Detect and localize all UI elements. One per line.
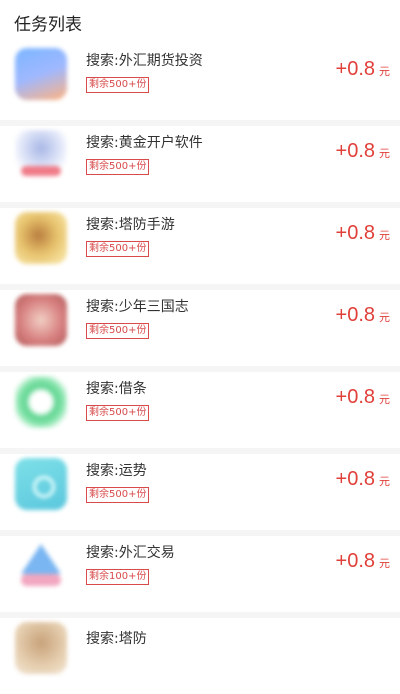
task-row[interactable]: 搜索:塔防手游 剩余500+份 +0.8 元 bbox=[0, 208, 400, 284]
task-title: 搜索:黄金开户软件 bbox=[86, 135, 203, 151]
reward-unit: 元 bbox=[379, 558, 390, 570]
task-row[interactable]: 搜索:外汇交易 剩余100+份 +0.8 元 bbox=[0, 536, 400, 612]
task-row[interactable]: 搜索:少年三国志 剩余500+份 +0.8 元 bbox=[0, 290, 400, 366]
game-app-icon bbox=[15, 622, 67, 674]
reward-amount: +0.8 bbox=[335, 58, 375, 80]
reward-price: +0.8 元 bbox=[336, 386, 390, 409]
reward-price: +0.8 元 bbox=[336, 222, 390, 245]
remaining-badge: 剩余100+份 bbox=[86, 569, 150, 585]
reward-unit: 元 bbox=[379, 66, 390, 78]
game-app-icon bbox=[15, 294, 67, 346]
task-row[interactable]: 搜索:黄金开户软件 剩余500+份 +0.8 元 bbox=[0, 126, 400, 202]
task-title: 搜索:塔防手游 bbox=[86, 217, 175, 233]
task-row[interactable]: 搜索:塔防 bbox=[0, 618, 400, 694]
page-header: 任务列表 bbox=[0, 0, 400, 44]
reward-amount: +0.8 bbox=[335, 550, 375, 572]
reward-price: +0.8 元 bbox=[336, 58, 390, 81]
task-title: 搜索:外汇期货投资 bbox=[86, 53, 203, 69]
blue-chat-app-icon bbox=[15, 48, 67, 100]
reward-unit: 元 bbox=[379, 476, 390, 488]
task-title: 搜索:外汇交易 bbox=[86, 545, 175, 561]
remaining-badge: 剩余500+份 bbox=[86, 241, 150, 257]
reward-price: +0.8 元 bbox=[336, 304, 390, 327]
task-list: 搜索:外汇期货投资 剩余500+份 +0.8 元 搜索:黄金开户软件 剩余500+… bbox=[0, 44, 400, 694]
task-row[interactable]: 搜索:外汇期货投资 剩余500+份 +0.8 元 bbox=[0, 44, 400, 120]
task-title: 搜索:运势 bbox=[86, 463, 147, 479]
page-title: 任务列表 bbox=[14, 14, 82, 35]
green-circle-app-icon bbox=[15, 376, 67, 428]
reward-unit: 元 bbox=[379, 312, 390, 324]
task-title: 搜索:借条 bbox=[86, 381, 147, 397]
cartoon-avatar-app-icon bbox=[15, 130, 67, 182]
task-row[interactable]: 搜索:运势 剩余500+份 +0.8 元 bbox=[0, 454, 400, 530]
reward-unit: 元 bbox=[379, 394, 390, 406]
reward-amount: +0.8 bbox=[335, 140, 375, 162]
remaining-badge: 剩余500+份 bbox=[86, 405, 150, 421]
reward-amount: +0.8 bbox=[335, 222, 375, 244]
teal-app-icon bbox=[15, 458, 67, 510]
reward-amount: +0.8 bbox=[335, 386, 375, 408]
task-title: 搜索:塔防 bbox=[86, 631, 147, 647]
remaining-badge: 剩余500+份 bbox=[86, 487, 150, 503]
reward-price: +0.8 元 bbox=[336, 468, 390, 491]
remaining-badge: 剩余500+份 bbox=[86, 159, 150, 175]
game-app-icon bbox=[15, 212, 67, 264]
reward-amount: +0.8 bbox=[335, 304, 375, 326]
triangle-app-icon bbox=[15, 540, 67, 592]
reward-unit: 元 bbox=[379, 148, 390, 160]
reward-amount: +0.8 bbox=[335, 468, 375, 490]
remaining-badge: 剩余500+份 bbox=[86, 323, 150, 339]
reward-unit: 元 bbox=[379, 230, 390, 242]
reward-price: +0.8 元 bbox=[336, 140, 390, 163]
task-row[interactable]: 搜索:借条 剩余500+份 +0.8 元 bbox=[0, 372, 400, 448]
task-title: 搜索:少年三国志 bbox=[86, 299, 189, 315]
reward-price: +0.8 元 bbox=[336, 550, 390, 573]
remaining-badge: 剩余500+份 bbox=[86, 77, 150, 93]
